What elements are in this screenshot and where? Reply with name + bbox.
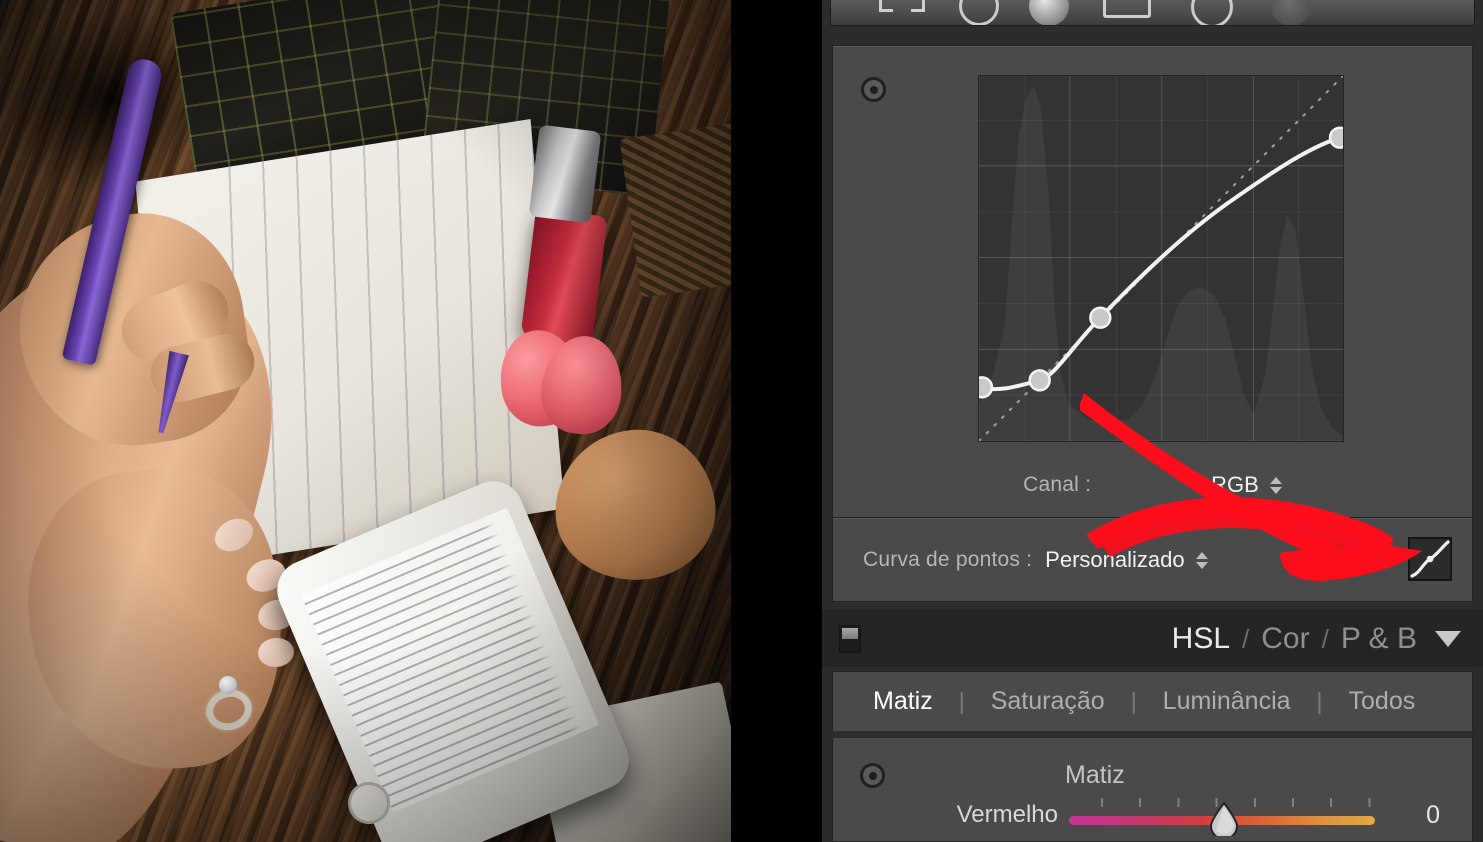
tab-saturacao[interactable]: Saturação [991,687,1105,716]
slider-value-vermelho[interactable]: 0 [1426,801,1440,830]
hsl-title-color[interactable]: Cor [1261,622,1309,656]
point-curve-row: Curva de pontos : Personalizado [833,518,1472,602]
curve-control-point [979,376,994,399]
hue-section-title: Matiz [1065,761,1125,789]
point-curve-label: Curva de pontos : [863,548,1033,571]
slider-label-vermelho: Vermelho [956,801,1058,828]
crop-tool-icon[interactable] [879,0,893,12]
adjustment-brush-tool-icon[interactable] [1271,0,1311,25]
slider-handle[interactable] [1209,801,1239,840]
channel-label: Canal : [1023,473,1092,496]
lightroom-screenshot: Canal : RGB Curva de pontos : Personaliz… [0,0,1483,842]
curve-control-point [1328,126,1343,149]
tab-todos[interactable]: Todos [1349,687,1416,716]
targeted-adjustment-tool-icon[interactable] [861,77,886,102]
tone-curve-panel: Canal : RGB Curva de pontos : Personaliz… [832,45,1473,602]
spot-removal-tool-icon[interactable] [959,0,999,25]
point-curve-editor-toggle-icon[interactable] [1408,537,1452,581]
hsl-title-sep-2: / [1321,623,1329,654]
tab-separator: | [1316,688,1323,714]
channel-stepper[interactable] [1269,476,1282,494]
hsl-title-bw[interactable]: P & B [1341,622,1417,656]
crop-tool-icon-right[interactable] [911,0,925,12]
channel-value[interactable]: RGB [1211,472,1259,498]
graduated-filter-tool-icon[interactable] [1103,0,1151,18]
develop-tool-strip[interactable] [830,0,1475,26]
point-curve-value[interactable]: Personalizado [1045,547,1184,573]
point-curve-stepper[interactable] [1195,551,1208,569]
hsl-title-hsl[interactable]: HSL [1172,622,1230,656]
targeted-adjustment-tool-icon[interactable] [860,763,885,788]
photo-preview[interactable] [0,0,731,842]
hsl-panel-toggle-icon[interactable] [839,625,861,653]
tone-curve-plot [979,76,1343,441]
chevron-down-icon[interactable] [1435,630,1461,647]
slider-vermelho[interactable] [1069,798,1375,840]
radial-filter-tool-icon[interactable] [1191,0,1233,25]
photo-vignette [0,0,731,842]
red-eye-tool-icon[interactable] [1029,0,1069,25]
curve-control-point [1028,369,1051,392]
tab-separator: | [1130,688,1137,714]
slider-row-vermelho: Vermelho 0 [833,798,1472,842]
hsl-title-sep-1: / [1242,623,1250,654]
channel-row: Canal : RGB [833,454,1472,516]
curve-control-point [1089,306,1112,329]
tab-separator: | [958,688,965,714]
tone-curve-graph[interactable] [978,75,1344,442]
hue-sliders-block: Matiz Vermelho 0 [832,738,1473,842]
develop-right-panel: Canal : RGB Curva de pontos : Personaliz… [822,0,1483,842]
hsl-tab-bar: Matiz | Saturação | Luminância | Todos [832,671,1473,731]
hsl-header-title: HSL / Cor / P & B [1172,622,1417,656]
hsl-section-header[interactable]: HSL / Cor / P & B [822,610,1483,667]
tab-luminancia[interactable]: Luminância [1163,687,1291,716]
tab-matiz[interactable]: Matiz [873,687,933,716]
